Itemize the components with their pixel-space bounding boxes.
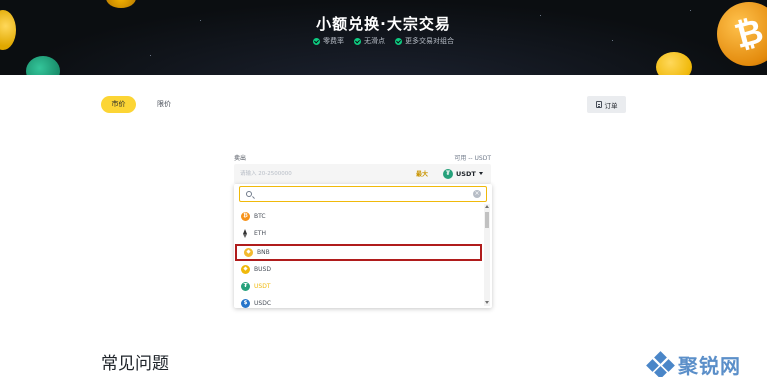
sell-label: 卖出: [234, 155, 247, 162]
available-balance: 可用 -- USDT: [454, 155, 491, 162]
star-decoration: [150, 55, 151, 56]
tab-limit[interactable]: 限价: [150, 96, 178, 113]
eth-icon: [241, 229, 250, 238]
check-icon: [313, 37, 320, 45]
btc-coin-decoration: ₿: [717, 2, 767, 66]
currency-select[interactable]: ₮ USDT: [443, 167, 483, 180]
orders-button[interactable]: 订单: [587, 96, 626, 113]
feature-zero-fee: 零费率: [313, 36, 344, 46]
list-item-label: BNB: [257, 249, 270, 256]
banner-title: 小额兑换·大宗交易: [316, 15, 451, 33]
amount-input[interactable]: [240, 164, 380, 184]
search-input[interactable]: [258, 188, 468, 200]
chevron-down-icon: [478, 172, 483, 175]
busd-icon: ◆: [241, 265, 250, 274]
list-item-busd[interactable]: ◆ BUSD: [234, 261, 484, 278]
feature-no-slippage: 无滑点: [354, 36, 385, 46]
document-icon: [595, 101, 602, 108]
feature-label: 无滑点: [364, 37, 385, 45]
tab-market[interactable]: 市价: [101, 96, 136, 113]
scroll-down-arrow-icon[interactable]: [485, 301, 489, 304]
list-item-label: USDC: [254, 300, 272, 307]
search-box: ×: [239, 186, 487, 202]
check-icon: [354, 37, 361, 45]
feature-list: 零费率 无滑点 更多交易对组合: [0, 36, 767, 46]
list-item-label: USDT: [254, 283, 271, 290]
scroll-up-arrow-icon[interactable]: [485, 205, 489, 208]
usdc-icon: $: [241, 299, 250, 308]
scroll-thumb[interactable]: [485, 212, 489, 228]
check-icon: [395, 37, 402, 45]
list-item-btc[interactable]: ₿ BTC: [234, 208, 484, 225]
bnb-coin-decoration: [656, 52, 692, 75]
usdt-icon: ₮: [241, 282, 250, 291]
star-decoration: [690, 10, 691, 11]
max-button[interactable]: 最大: [416, 169, 428, 178]
btc-icon: ₿: [241, 212, 250, 221]
list-item-bnb[interactable]: ◆ BNB: [235, 244, 482, 261]
list-item-eth[interactable]: ETH: [234, 225, 484, 242]
faq-title: 常见问题: [101, 354, 169, 374]
usdt-icon: ₮: [443, 168, 453, 179]
currency-label: USDT: [456, 169, 476, 178]
orders-label: 订单: [604, 101, 618, 110]
list-item-label: ETH: [254, 230, 266, 237]
list-item-label: BTC: [254, 213, 266, 220]
list-item-usdc[interactable]: $ USDC: [234, 295, 484, 308]
search-icon: [246, 191, 252, 197]
list-item-label: BUSD: [254, 266, 271, 273]
watermark: 聚锐网: [646, 350, 741, 377]
clear-icon[interactable]: ×: [473, 190, 481, 198]
feature-label: 零费率: [323, 37, 344, 45]
watermark-logo-icon: [646, 350, 675, 377]
hero-banner: ₿ 小额兑换·大宗交易 零费率 无滑点 更多交易对组合: [0, 0, 767, 75]
scrollbar[interactable]: [484, 204, 490, 306]
feature-label: 更多交易对组合: [405, 37, 454, 45]
list-item-usdt[interactable]: ₮ USDT: [234, 278, 484, 295]
bnb-icon: ◆: [244, 248, 253, 257]
feature-more-pairs: 更多交易对组合: [395, 36, 454, 46]
watermark-text: 聚锐网: [678, 354, 741, 377]
currency-dropdown: × ₿ BTC ETH ◆ BNB ◆ BUSD ₮ USDT $ USDC: [234, 184, 492, 308]
